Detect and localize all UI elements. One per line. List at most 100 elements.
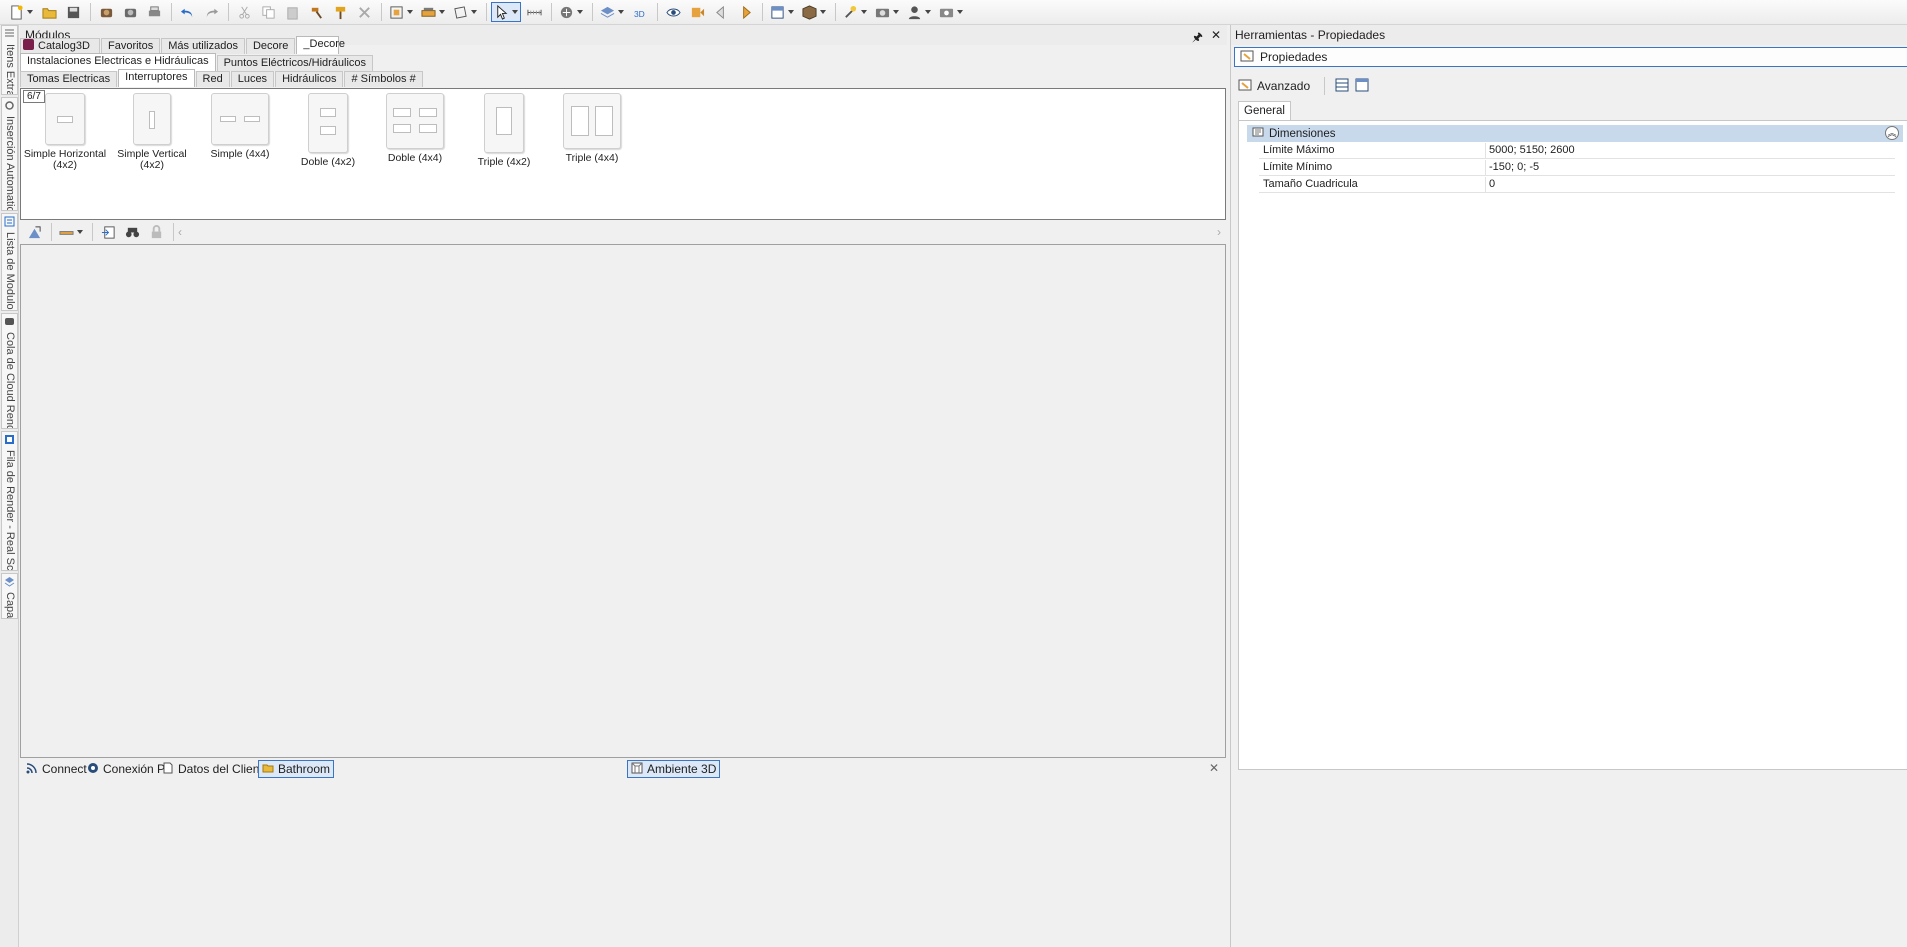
properties-selector[interactable]: Propiedades [1234,47,1907,67]
line-style-icon[interactable] [56,222,86,242]
tab-datos-del-cliente[interactable]: Datos del Cliente [159,760,272,778]
svg-text:3D: 3D [633,9,644,19]
property-value[interactable]: 0 [1485,177,1585,193]
sidebar-tab-fila-de-render[interactable]: Fila de Render - Real Scene [1,431,18,571]
properties-panel: Herramientas - Propiedades Propiedades A… [1230,25,1907,947]
switch-plate-icon [211,93,269,145]
tab-decore-custom[interactable]: _Decore [296,36,345,54]
catalog-item-simple-4x4[interactable]: Simple (4x4) [192,93,288,160]
tab-conexion-p[interactable]: Conexión P [84,760,168,778]
catalog-item-triple-4x4[interactable]: Triple (4x4) [544,93,640,164]
open-folder-icon[interactable] [38,2,60,22]
tab-connect[interactable]: Connect [23,760,90,778]
render-settings-icon[interactable] [119,2,141,22]
spline-icon[interactable] [556,2,586,22]
tab-general[interactable]: General [1238,101,1291,120]
category-dimensiones[interactable]: Dimensiones ︽ [1247,125,1903,142]
sidebar-tab-itens-extras[interactable]: Itens Extras [1,25,18,95]
view-icon[interactable] [767,2,797,22]
property-row-tamano-cuadricula[interactable]: Tamaño Cuadricula 0 [1259,177,1895,193]
main-toolbar: 3D [0,0,1907,25]
copy-icon[interactable] [257,2,279,22]
sidebar-tab-cola-de-cloud-render[interactable]: Cola de Cloud Render [1,313,18,429]
tab-decore[interactable]: Decore [245,38,296,54]
brush-icon[interactable] [329,2,351,22]
camera-prev-icon[interactable] [710,2,732,22]
lock-icon[interactable] [145,222,167,242]
pointer-icon[interactable] [491,2,521,22]
close-tab-icon[interactable]: ✕ [1209,761,1219,775]
sidebar-tab-capas[interactable]: Capas [1,573,18,619]
catalog-item-simple-horizontal[interactable]: Simple Horizontal (4x2) [17,93,113,171]
property-grid: Dimensiones ︽ Límite Máximo 5000; 5150; … [1238,120,1907,770]
catalog-item-label: Simple (4x4) [210,148,270,160]
tab-red[interactable]: Red [195,71,230,87]
catalog-item-triple-4x2[interactable]: Triple (4x2) [456,93,552,168]
photo-icon[interactable] [936,2,966,22]
import-icon[interactable] [97,222,119,242]
property-name: Límite Máximo [1263,144,1335,156]
wall-icon[interactable] [386,2,416,22]
property-value[interactable]: 5000; 5150; 2600 [1485,143,1585,159]
property-row-limite-minimo[interactable]: Límite Mínimo -150; 0; -5 [1259,160,1895,176]
switch-plate-icon [563,93,621,149]
catalog-item-doble-4x4[interactable]: Doble (4x4) [367,93,463,164]
tab-catalog3d[interactable]: Catalog3D [20,38,100,54]
catalog-item-doble-4x2[interactable]: Doble (4x2) [280,93,376,168]
furniture-icon[interactable] [418,2,448,22]
user-icon[interactable] [904,2,934,22]
pin-icon[interactable]: 🖈 [1192,28,1203,49]
tab-puntos-electricos[interactable]: Puntos Eléctricos/Hidráulicos [216,55,374,71]
property-value[interactable]: -150; 0; -5 [1485,160,1585,176]
collapse-icon[interactable]: ︽ [1885,126,1899,140]
camera-next-icon[interactable] [734,2,756,22]
sidebar-tab-insercion-automatica[interactable]: Inserción Automatica [1,97,18,211]
tab-simbolos[interactable]: # Símbolos # [344,71,423,87]
save-icon[interactable] [62,2,84,22]
tab-favoritos[interactable]: Favoritos [101,38,161,54]
3d-icon[interactable]: 3D [629,2,651,22]
scroll-right-icon[interactable]: › [1217,225,1221,239]
switch-plate-icon [133,93,171,145]
binoculars-icon[interactable] [121,222,143,242]
camera-icon[interactable] [872,2,902,22]
select-tool-icon[interactable] [23,222,45,242]
scroll-left-icon[interactable]: ‹ [178,225,182,239]
properties-icon [1240,49,1254,66]
print-icon[interactable] [143,2,165,22]
camera-left-icon[interactable] [686,2,708,22]
drawing-canvas[interactable] [20,244,1226,758]
advanced-button[interactable]: Avanzado [1234,78,1314,95]
tab-bathroom[interactable]: Bathroom [258,760,335,778]
advanced-icon [1238,78,1252,95]
layers-icon[interactable] [597,2,627,22]
tab-luces[interactable]: Luces [230,71,275,87]
paste-icon[interactable] [281,2,303,22]
measure-icon[interactable] [523,2,545,22]
categorized-view-icon[interactable] [1335,78,1349,95]
tab-mas-utilizados[interactable]: Más utilizados [161,38,245,54]
new-file-icon[interactable] [6,2,36,22]
light-icon[interactable] [840,2,870,22]
close-icon[interactable]: ✕ [1211,28,1221,49]
tab-hidraulicos[interactable]: Hidráulicos [275,71,344,87]
box-icon[interactable] [799,2,829,22]
catalog-tabs: Catalog3D Favoritos Más utilizados Decor… [20,36,345,54]
catalog-item-simple-vertical[interactable]: Simple Vertical (4x2) [104,93,200,171]
grid-view-icon[interactable] [1355,78,1369,95]
tab-tomas-electricas[interactable]: Tomas Electricas [20,71,118,87]
redo-icon[interactable] [200,2,222,22]
shape-icon[interactable] [450,2,480,22]
switch-plate-icon [308,93,348,153]
cut-icon[interactable] [233,2,255,22]
hammer-icon[interactable] [305,2,327,22]
eye-icon[interactable] [662,2,684,22]
render-icon[interactable] [95,2,117,22]
tab-interruptores[interactable]: Interruptores [118,69,195,87]
undo-icon[interactable] [176,2,198,22]
property-row-limite-maximo[interactable]: Límite Máximo 5000; 5150; 2600 [1259,143,1895,159]
tab-ambiente-3d[interactable]: Ambiente 3D [627,760,721,778]
delete-icon[interactable] [353,2,375,22]
sidebar-tab-lista-de-modulos[interactable]: Lista de Modulos [1,213,18,311]
catalog-item-label: Simple Vertical (4x2) [117,148,187,171]
